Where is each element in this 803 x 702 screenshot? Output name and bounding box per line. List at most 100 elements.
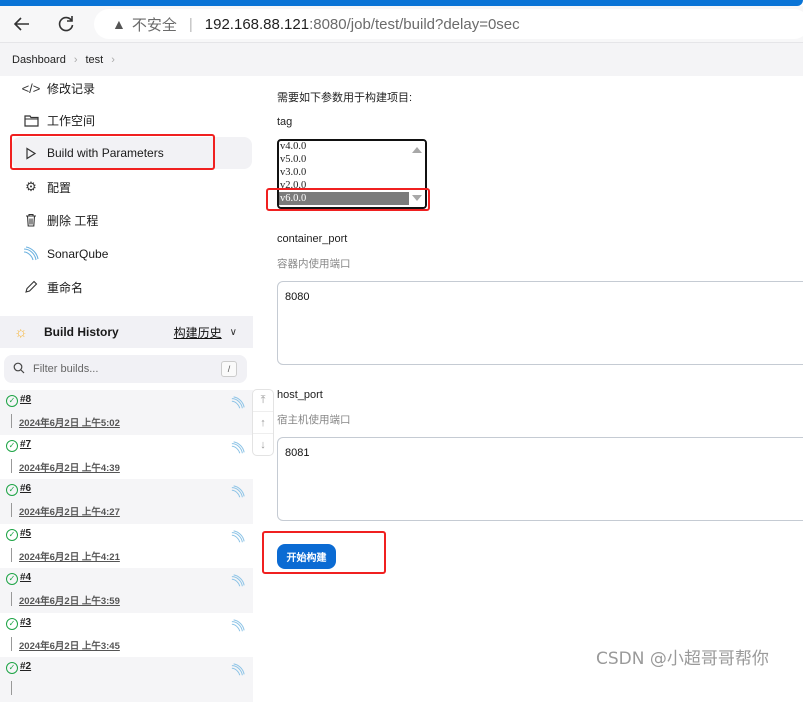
sidebar-item-sonarqube[interactable]: SonarQube — [12, 238, 252, 270]
build-time-link[interactable]: 2024年6月2日 上午4:39 — [19, 460, 120, 474]
build-time-link[interactable]: 2024年6月2日 上午4:27 — [19, 504, 120, 518]
sonarqube-icon[interactable] — [231, 618, 245, 636]
warning-icon: ▲ — [112, 16, 126, 32]
timeline-bar — [11, 592, 12, 606]
chevron-right-icon: › — [73, 53, 78, 66]
chevron-right-icon[interactable]: › — [111, 54, 115, 66]
timeline-bar — [11, 547, 12, 562]
tag-select[interactable]: v4.0.0 v5.0.0 v3.0.0 v2.0.0 v6.0.0 — [277, 139, 427, 209]
filter-builds-input[interactable]: Filter builds... / — [4, 355, 247, 383]
sidebar-item-label: 工作空间 — [47, 113, 96, 128]
reload-button[interactable] — [54, 12, 78, 36]
sonarqube-icon[interactable] — [231, 529, 245, 547]
breadcrumb: Dashboard › test › — [0, 42, 803, 76]
build-history-title: Build History — [44, 325, 119, 339]
success-check-icon: ✓ — [6, 617, 18, 630]
breadcrumb-test[interactable]: test — [86, 54, 104, 66]
folder-icon — [21, 114, 41, 127]
sidebar-item-rename[interactable]: 重命名 — [12, 271, 252, 303]
container-port-input[interactable]: 8080 — [277, 281, 803, 365]
sidebar-item-workspace[interactable]: 工作空间 — [12, 104, 252, 136]
sidebar-item-configure[interactable]: ⚙ 配置 — [12, 171, 252, 203]
start-build-button[interactable]: 开始构建 — [277, 544, 336, 569]
build-row[interactable]: ✓ #5 2024年6月2日 上午4:21 — [0, 523, 253, 568]
host-port-input[interactable]: 8081 — [277, 437, 803, 521]
build-row[interactable]: ✓ #2 — [0, 657, 253, 702]
success-check-icon: ✓ — [6, 573, 18, 585]
sidebar-item-label: 重命名 — [47, 280, 84, 295]
trash-icon — [21, 213, 41, 227]
sonarqube-icon[interactable] — [231, 663, 245, 680]
success-check-icon: ✓ — [6, 662, 18, 674]
sonarqube-icon[interactable] — [231, 440, 245, 458]
search-icon — [13, 362, 25, 377]
reload-icon — [58, 16, 74, 32]
parameters-description: 需要如下参数用于构建项目: — [277, 92, 413, 104]
keyboard-shortcut-badge: / — [221, 361, 237, 377]
sidebar-item-label: 删除 工程 — [47, 213, 99, 228]
tag-option[interactable]: v5.0.0 — [279, 153, 411, 166]
build-number-link[interactable]: #2 — [20, 661, 31, 672]
arrow-left-icon — [13, 17, 29, 31]
build-number-link[interactable]: #3 — [20, 617, 31, 628]
build-time-link[interactable]: 2024年6月2日 上午4:21 — [19, 549, 120, 563]
select-scrollbar[interactable] — [409, 141, 425, 207]
build-number-link[interactable]: #7 — [20, 439, 31, 450]
build-trend-link[interactable]: 构建历史 — [174, 324, 222, 341]
timeline-bar — [11, 458, 12, 473]
tag-option[interactable]: v6.0.0 — [279, 192, 411, 205]
filter-placeholder: Filter builds... — [33, 363, 99, 375]
pencil-icon — [21, 280, 41, 294]
browser-toolbar: ▲ 不安全 | 192.168.88.121 :8080/job/test/bu… — [0, 6, 803, 42]
breadcrumb-dashboard[interactable]: Dashboard — [12, 54, 66, 66]
sidebar-item-label: 配置 — [47, 180, 72, 195]
success-check-icon: ✓ — [6, 395, 18, 407]
build-history-header: ☼ Build History 构建历史 ∨ — [0, 316, 253, 348]
build-time-link[interactable]: 2024年6月2日 上午3:59 — [19, 593, 120, 607]
timeline-bar — [11, 503, 12, 517]
sonarqube-icon[interactable] — [231, 485, 245, 502]
build-time-link[interactable]: 2024年6月2日 上午3:45 — [19, 638, 120, 652]
back-button[interactable] — [10, 12, 34, 36]
build-number-link[interactable]: #8 — [20, 394, 31, 405]
chevron-down-icon[interactable]: ∨ — [230, 327, 237, 338]
build-time-link[interactable]: 2024年6月2日 上午5:02 — [19, 415, 120, 429]
watermark: CSDN @小超哥哥帮你 — [596, 649, 769, 669]
sidebar-item-delete-project[interactable]: 删除 工程 — [12, 204, 252, 236]
timeline-bar — [11, 636, 12, 651]
scroll-up-arrow-icon[interactable] — [412, 147, 422, 153]
sidebar-item-label: Build with Parameters — [47, 146, 164, 160]
build-row[interactable]: ✓ #4 2024年6月2日 上午3:59 — [0, 568, 253, 613]
sidebar-item-changes[interactable]: </> 修改记录 — [12, 72, 252, 104]
sonarqube-icon[interactable] — [231, 574, 245, 591]
sidebar-item-build-with-parameters[interactable]: Build with Parameters — [12, 137, 252, 169]
build-row[interactable]: ✓ #6 2024年6月2日 上午4:27 — [0, 479, 253, 524]
sidebar-item-label: 修改记录 — [47, 81, 96, 96]
build-row[interactable]: ✓ #3 2024年6月2日 上午3:45 — [0, 612, 253, 657]
play-icon — [21, 146, 41, 160]
sonarqube-icon[interactable] — [231, 396, 245, 413]
sun-icon: ☼ — [14, 323, 28, 341]
build-number-link[interactable]: #5 — [20, 528, 31, 539]
success-check-icon: ✓ — [6, 439, 18, 452]
success-check-icon: ✓ — [6, 484, 18, 496]
param-label-tag: tag — [277, 116, 293, 128]
sonarqube-icon — [21, 246, 41, 262]
param-hint-container-port: 容器内使用端口 — [277, 258, 351, 270]
url-path: :8080/job/test/build?delay=0sec — [309, 15, 520, 33]
address-separator: | — [188, 15, 193, 33]
main-content: 需要如下参数用于构建项目: tag v4.0.0 v5.0.0 v3.0.0 v2.0… — [253, 76, 803, 673]
gear-icon: ⚙ — [25, 179, 37, 194]
tag-option[interactable]: v3.0.0 — [279, 166, 411, 179]
scroll-down-arrow-icon[interactable] — [412, 195, 422, 201]
build-number-link[interactable]: #4 — [20, 572, 31, 583]
build-row[interactable]: ✓ #7 2024年6月2日 上午4:39 — [0, 434, 253, 479]
tag-option[interactable]: v4.0.0 — [279, 141, 411, 153]
tag-option[interactable]: v2.0.0 — [279, 179, 411, 192]
build-number-link[interactable]: #6 — [20, 483, 31, 494]
address-bar[interactable]: ▲ 不安全 | 192.168.88.121 :8080/job/test/bu… — [94, 9, 803, 39]
build-list: ✓ #8 2024年6月2日 上午5:02 ✓ #7 2024年6月2日 上午4:39 ✓ #… — [0, 390, 253, 702]
param-hint-host-port: 宿主机使用端口 — [277, 414, 351, 426]
param-label-host-port: host_port — [277, 389, 323, 401]
build-row[interactable]: ✓ #8 2024年6月2日 上午5:02 — [0, 390, 253, 435]
